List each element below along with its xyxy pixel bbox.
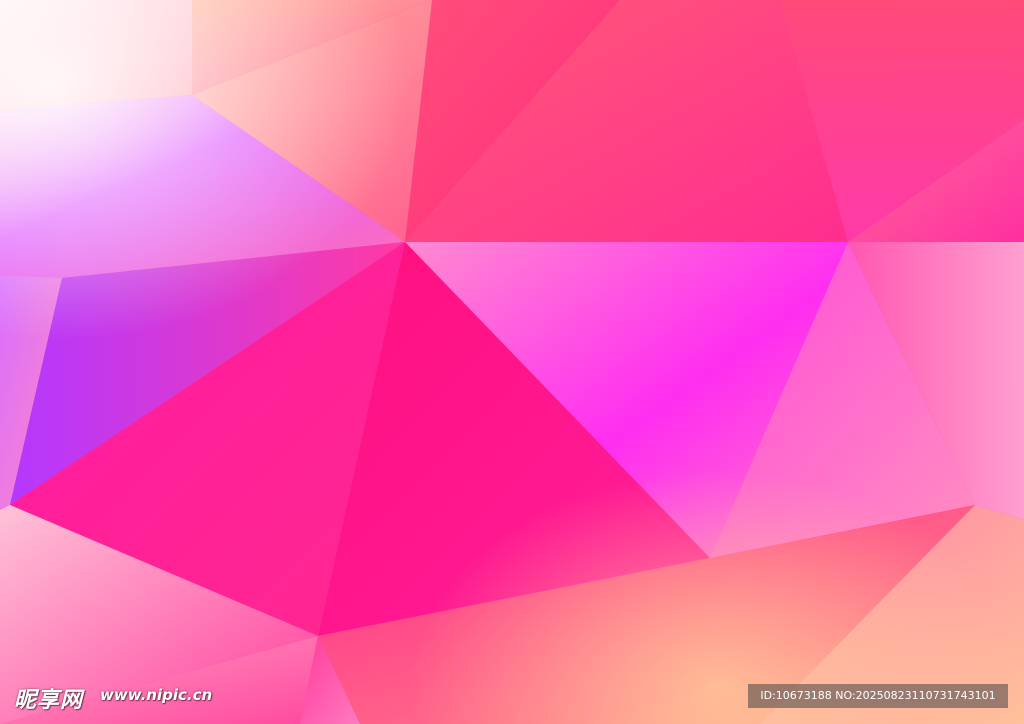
low-poly-background <box>0 0 1024 724</box>
watermark-id-badge: ID:10673188 NO:20250823110731743101 <box>748 684 1008 708</box>
image-canvas: 昵享网 www.nipic.cn ID:10673188 NO:20250823… <box>0 0 1024 724</box>
watermark-url: www.nipic.cn <box>100 686 213 704</box>
watermark-logo: 昵享网 <box>14 688 84 713</box>
